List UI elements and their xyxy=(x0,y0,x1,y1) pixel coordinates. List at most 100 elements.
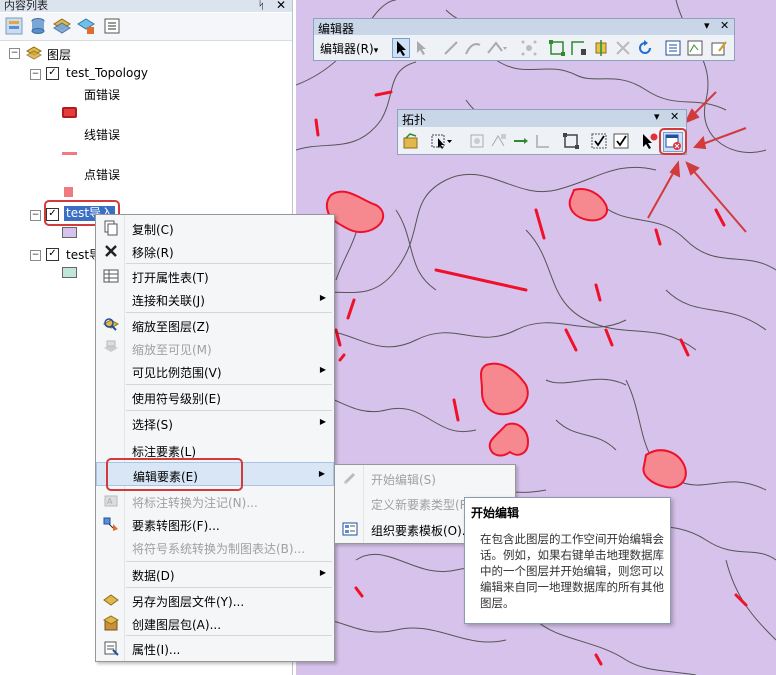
menu-separator xyxy=(126,263,332,264)
topology-layer-name[interactable]: test_Topology xyxy=(66,66,148,80)
generalize-edge-icon xyxy=(490,132,508,150)
menu-item-selection[interactable]: 选择(S) ▶ xyxy=(96,412,334,434)
topology-edit-tool-icon[interactable] xyxy=(430,132,454,150)
collapse-test-layer-toggle[interactable]: − xyxy=(30,250,41,261)
layer-context-menu: 复制(C) 移除(R) 打开属性表(T) 连接和关联(J) ▶ 缩放至图层(Z)… xyxy=(95,214,335,662)
close-icon[interactable]: ✕ xyxy=(720,19,729,32)
features-to-graphics-icon xyxy=(103,516,119,532)
construct-features-icon[interactable] xyxy=(562,132,580,150)
layer-file-icon xyxy=(103,592,119,608)
menu-separator xyxy=(126,312,332,313)
toolbar-dropdown-icon[interactable]: ▾ xyxy=(654,110,660,123)
cut-polygons-icon[interactable] xyxy=(592,39,610,57)
validate-extent-icon[interactable] xyxy=(590,132,608,150)
validate-topology-icon[interactable] xyxy=(612,132,630,150)
toolbar-dropdown-icon[interactable]: ▾ xyxy=(704,19,710,32)
reshape-icon[interactable] xyxy=(570,39,588,57)
menu-item-data[interactable]: 数据(D) ▶ xyxy=(96,563,334,585)
menu-separator xyxy=(126,384,332,385)
root-layer-label: 图层 xyxy=(47,48,72,62)
fix-topology-error-icon[interactable] xyxy=(640,132,658,150)
test-layer-checkbox[interactable]: ✓ xyxy=(46,248,59,261)
toc-title: 内容列表 xyxy=(0,0,292,12)
menu-item-label: 移除(R) xyxy=(132,246,174,260)
layer-package-icon xyxy=(102,615,120,631)
pin-icon[interactable]: ᛋ xyxy=(258,0,265,12)
editor-menu-label: 编辑器(R) xyxy=(320,42,374,56)
close-icon[interactable]: ✕ xyxy=(276,0,286,12)
dropdown-arrow-icon: ▾ xyxy=(373,46,379,56)
menu-item-joins-relates[interactable]: 连接和关联(J) ▶ xyxy=(96,288,334,310)
editor-toolbar-title: 编辑器 xyxy=(318,22,355,36)
menu-separator xyxy=(126,635,332,636)
properties-icon xyxy=(103,640,119,656)
menu-item-label: 将符号系统转换为制图表达(B)... xyxy=(132,542,306,556)
trace-icon xyxy=(464,39,482,57)
organize-templates-icon xyxy=(342,521,358,537)
edit-tool-arrow-icon[interactable] xyxy=(392,38,410,58)
menu-item-visible-scale-range[interactable]: 可见比例范围(V) ▶ xyxy=(96,360,334,382)
align-edge-icon[interactable] xyxy=(512,132,530,150)
table-icon xyxy=(103,268,119,284)
submenu-item-start-editing: 开始编辑(S) xyxy=(335,467,515,489)
menu-item-label: 使用符号级别(E) xyxy=(132,392,221,406)
menu-item-label: 缩放至图层(Z) xyxy=(132,320,210,334)
menu-item-zoom-to-layer[interactable]: 缩放至图层(Z) xyxy=(96,314,334,336)
edit-vertices-icon[interactable] xyxy=(548,39,566,57)
menu-item-label: 数据(D) xyxy=(132,569,175,583)
legend-point-errors-label: 点错误 xyxy=(84,168,121,182)
attributes-icon[interactable] xyxy=(664,39,682,57)
editor-menu-button[interactable]: 编辑器(R)▾ xyxy=(320,40,378,57)
legend-polygon-errors-label: 面错误 xyxy=(84,88,121,102)
point-error-swatch xyxy=(64,187,73,197)
start-editing-icon xyxy=(342,470,358,486)
menu-item-open-attribute-table[interactable]: 打开属性表(T) xyxy=(96,265,334,287)
list-by-source-icon[interactable] xyxy=(29,17,47,35)
modify-edge-icon xyxy=(534,132,552,150)
topology-toolbar: 拓扑 ▾ ✕ xyxy=(397,109,687,155)
polygon-error-swatch xyxy=(62,107,77,118)
submenu-arrow-icon: ▶ xyxy=(319,293,326,302)
edit-annotation-tool-icon xyxy=(414,39,430,57)
menu-item-label: 开始编辑(S) xyxy=(371,473,436,487)
options-icon[interactable] xyxy=(103,17,121,35)
menu-item-label: 创建图层包(A)... xyxy=(132,618,222,632)
menu-item-features-to-graphics[interactable]: 要素转图形(F)... xyxy=(96,513,334,535)
menu-item-label: 复制(C) xyxy=(132,223,174,237)
collapse-test-import-toggle[interactable]: − xyxy=(30,210,41,221)
menu-item-save-layer-file[interactable]: 另存为图层文件(Y)... xyxy=(96,589,334,611)
annotation-box-edit-features xyxy=(106,458,243,491)
menu-item-zoom-to-visible: 缩放至可见(M) xyxy=(96,337,334,359)
map-topology-icon[interactable] xyxy=(402,132,420,150)
menu-item-copy[interactable]: 复制(C) xyxy=(96,217,334,239)
annotation-box-error-inspector xyxy=(659,128,687,155)
topology-toolbar-header: 拓扑 ▾ ✕ xyxy=(398,110,686,127)
menu-item-properties[interactable]: 属性(I)... xyxy=(96,637,334,659)
menu-item-label: 可见比例范围(V) xyxy=(132,366,222,380)
menu-item-use-symbol-levels[interactable]: 使用符号级别(E) xyxy=(96,386,334,408)
editor-toolbar: 编辑器 ▾ ✕ 编辑器(R)▾ xyxy=(313,18,735,61)
convert-labels-icon: A xyxy=(103,493,119,509)
menu-separator xyxy=(126,587,332,588)
svg-text:A: A xyxy=(107,497,113,506)
list-by-drawing-order-icon[interactable] xyxy=(5,17,23,35)
collapse-root-toggle[interactable]: − xyxy=(9,48,20,59)
close-icon[interactable]: ✕ xyxy=(670,110,679,123)
show-shared-features-icon xyxy=(468,132,486,150)
sketch-properties-icon[interactable] xyxy=(686,39,704,57)
rotate-icon[interactable] xyxy=(636,39,654,57)
menu-item-remove[interactable]: 移除(R) xyxy=(96,240,334,262)
menu-item-create-layer-package[interactable]: 创建图层包(A)... xyxy=(96,612,334,634)
line-error-swatch xyxy=(62,152,77,155)
start-editing-tooltip: 开始编辑 在包含此图层的工作空间开始编辑会话。例如，如果右键单击地理数据库中的一… xyxy=(464,497,671,624)
create-features-icon[interactable] xyxy=(710,39,728,57)
topology-toolbar-title: 拓扑 xyxy=(402,113,427,127)
menu-separator xyxy=(126,410,332,411)
menu-item-label: 另存为图层文件(Y)... xyxy=(132,595,245,609)
zoom-to-layer-icon xyxy=(102,317,120,333)
topology-layer-checkbox[interactable]: ✓ xyxy=(46,67,59,80)
list-by-selection-icon[interactable] xyxy=(77,17,95,35)
collapse-topology-toggle[interactable]: − xyxy=(30,69,41,80)
list-by-visibility-icon[interactable] xyxy=(53,17,71,35)
snap-icon xyxy=(520,39,538,57)
